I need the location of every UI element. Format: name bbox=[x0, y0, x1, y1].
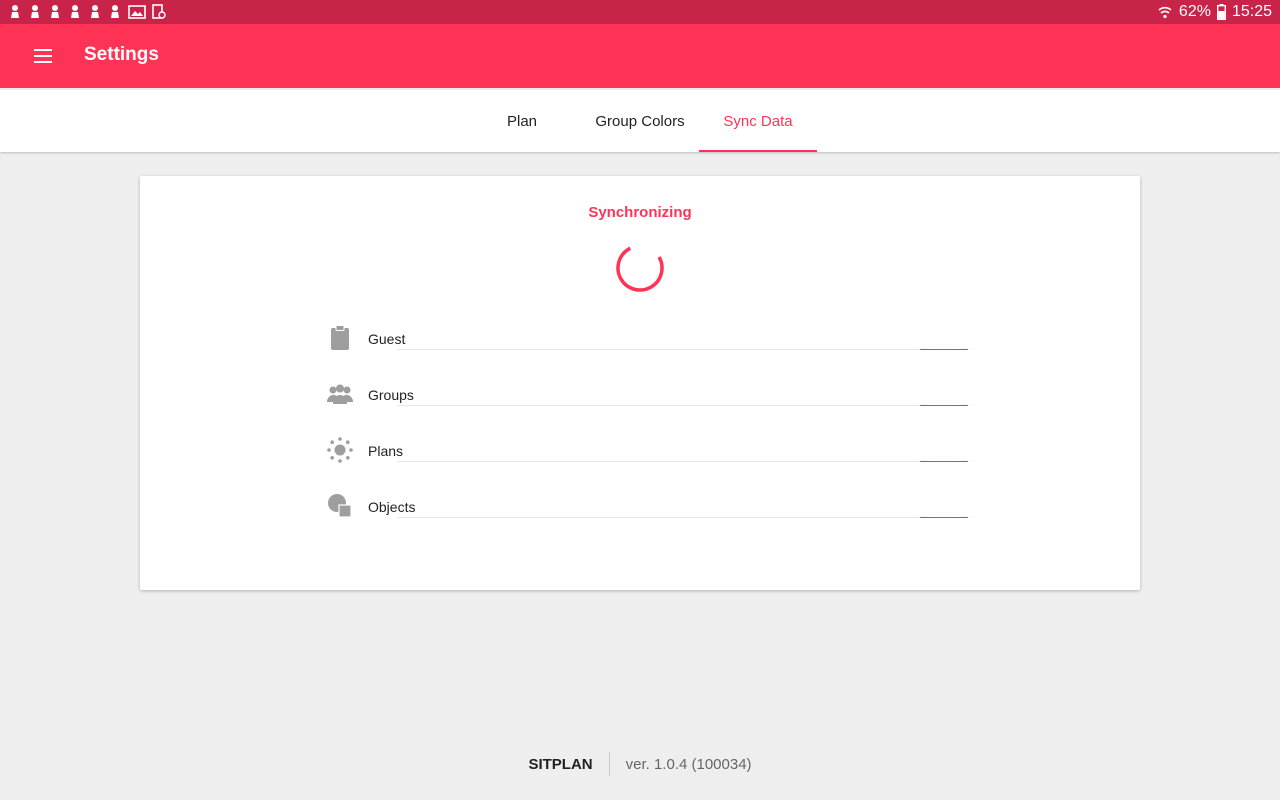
progress-fill bbox=[920, 461, 968, 462]
pawn-icon bbox=[11, 5, 19, 18]
tab-label: Sync Data bbox=[723, 112, 793, 130]
pawn-icon bbox=[51, 5, 59, 18]
status-bar: 62% 15:25 bbox=[0, 0, 1280, 24]
pawn-icon bbox=[31, 5, 39, 18]
group-icon bbox=[327, 384, 353, 404]
sun-icon bbox=[327, 437, 353, 463]
shapes-icon bbox=[328, 494, 352, 518]
tab-plan[interactable]: Plan bbox=[463, 90, 581, 152]
progress-track bbox=[398, 517, 968, 518]
progress-fill bbox=[920, 405, 968, 406]
progress-fill bbox=[920, 517, 968, 518]
sync-status-title: Synchronizing bbox=[588, 204, 692, 221]
progress-track bbox=[398, 405, 968, 406]
wifi-icon bbox=[1158, 6, 1172, 19]
app-bar: Settings bbox=[0, 24, 1280, 88]
loading-spinner-icon bbox=[616, 244, 664, 292]
sync-item-guest: Guest bbox=[326, 324, 968, 354]
sync-item-label: Guest bbox=[368, 331, 406, 347]
pawn-icon bbox=[111, 5, 119, 18]
system-icons: 62% 15:25 bbox=[1157, 3, 1272, 21]
tab-label: Group Colors bbox=[595, 112, 685, 130]
clipboard-icon bbox=[331, 325, 349, 350]
page-title: Settings bbox=[84, 44, 159, 65]
menu-icon[interactable] bbox=[24, 44, 64, 68]
tab-group-colors[interactable]: Group Colors bbox=[581, 90, 699, 152]
battery-percent: 62% bbox=[1178, 3, 1211, 20]
sync-card: Synchronizing Guest Groups Plans Objects bbox=[140, 176, 1140, 590]
gallery-icon bbox=[128, 5, 146, 19]
notification-icons bbox=[8, 4, 166, 20]
progress-track bbox=[398, 349, 968, 350]
tab-sync-data[interactable]: Sync Data bbox=[699, 90, 817, 152]
progress-track bbox=[398, 461, 968, 462]
version-label: ver. 1.0.4 (100034) bbox=[625, 755, 752, 773]
progress-fill bbox=[920, 349, 968, 350]
battery-icon bbox=[1216, 4, 1226, 20]
sync-item-label: Groups bbox=[368, 387, 414, 403]
device-sync-icon bbox=[152, 4, 166, 19]
tab-label: Plan bbox=[506, 112, 538, 130]
tab-bar: Plan Group Colors Sync Data bbox=[0, 90, 1280, 152]
sync-item-groups: Groups bbox=[326, 380, 968, 410]
sync-item-objects: Objects bbox=[326, 492, 968, 522]
sync-item-plans: Plans bbox=[326, 436, 968, 466]
footer: SITPLAN ver. 1.0.4 (100034) bbox=[0, 752, 1280, 776]
brand-name: SITPLAN bbox=[528, 755, 593, 773]
sync-item-label: Objects bbox=[368, 499, 416, 515]
sync-item-label: Plans bbox=[368, 443, 404, 459]
pawn-icon bbox=[91, 5, 99, 18]
pawn-icon bbox=[71, 5, 79, 18]
clock: 15:25 bbox=[1231, 3, 1272, 20]
